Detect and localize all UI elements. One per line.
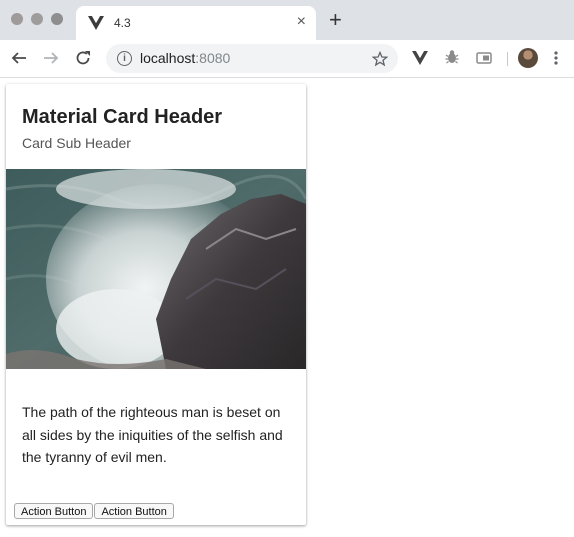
back-arrow-icon[interactable] bbox=[10, 49, 28, 67]
card-actions: Action Button Action Button bbox=[14, 502, 175, 520]
url-host: localhost bbox=[140, 50, 196, 66]
reload-icon[interactable] bbox=[74, 49, 92, 67]
window-minimize-button[interactable] bbox=[31, 13, 43, 25]
card-subtitle: Card Sub Header bbox=[22, 135, 131, 151]
address-bar[interactable]: i localhost:8080 bbox=[106, 44, 398, 73]
toolbar-divider bbox=[507, 52, 508, 66]
vue-logo-icon bbox=[88, 16, 104, 30]
vue-devtools-icon[interactable] bbox=[412, 50, 428, 66]
browser-tab-strip: 4.3 × + bbox=[0, 0, 574, 40]
window-maximize-button[interactable] bbox=[51, 13, 63, 25]
tab-close-icon[interactable]: × bbox=[297, 13, 306, 31]
forward-arrow-icon[interactable] bbox=[42, 49, 60, 67]
url-port: :8080 bbox=[195, 50, 231, 66]
material-card: Material Card Header Card Sub Header The… bbox=[6, 84, 306, 525]
card-media-image bbox=[6, 169, 306, 369]
browser-tab[interactable]: 4.3 × bbox=[76, 6, 316, 40]
browser-toolbar: i localhost:8080 bbox=[0, 40, 574, 78]
card-body-text: The path of the righteous man is beset o… bbox=[22, 404, 283, 465]
kebab-menu-icon[interactable] bbox=[553, 49, 559, 67]
action-button-2[interactable]: Action Button bbox=[94, 503, 174, 519]
card-extension-icon[interactable] bbox=[476, 50, 492, 66]
window-close-button[interactable] bbox=[11, 13, 23, 25]
url-text: localhost:8080 bbox=[140, 50, 230, 66]
profile-avatar[interactable] bbox=[518, 48, 538, 68]
card-title: Material Card Header bbox=[22, 106, 223, 128]
tab-title: 4.3 bbox=[114, 16, 131, 30]
new-tab-button[interactable]: + bbox=[329, 9, 342, 31]
info-icon[interactable]: i bbox=[117, 51, 132, 66]
bug-icon[interactable] bbox=[445, 49, 459, 65]
bookmark-star-icon[interactable] bbox=[372, 51, 388, 67]
action-button-1[interactable]: Action Button bbox=[14, 503, 94, 519]
